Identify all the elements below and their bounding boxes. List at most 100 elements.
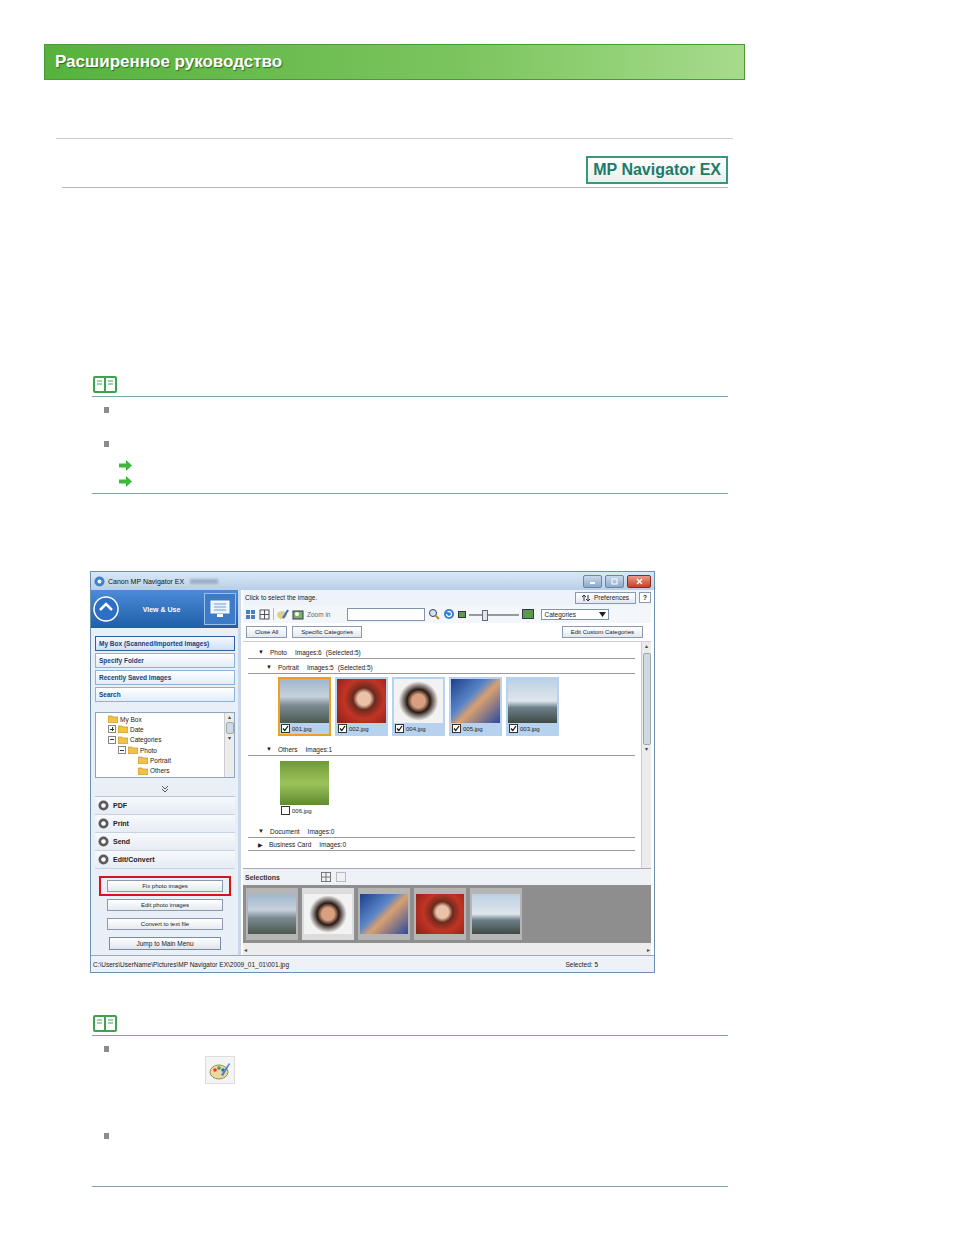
image-thumbnail[interactable]: 006.jpg bbox=[278, 759, 331, 818]
action-icon bbox=[98, 836, 109, 847]
photo bbox=[451, 679, 500, 723]
edit-custom-categories-button[interactable]: Edit Custom Categories bbox=[562, 626, 643, 638]
fix-photo-tool-icon[interactable] bbox=[277, 609, 289, 620]
selected-image[interactable] bbox=[358, 888, 410, 940]
specific-categories-button[interactable]: Specific Categories bbox=[292, 626, 362, 638]
bullet-mark bbox=[104, 407, 109, 413]
large-thumb-icon bbox=[522, 609, 534, 619]
image-thumbnail[interactable]: 002.jpg bbox=[335, 677, 388, 736]
checkbox[interactable] bbox=[395, 724, 404, 733]
collapse-chevron-icon[interactable] bbox=[95, 782, 235, 796]
frame-view-icon[interactable] bbox=[259, 609, 270, 620]
photo bbox=[280, 761, 329, 805]
note-book-icon bbox=[92, 374, 118, 394]
note-item bbox=[92, 1044, 728, 1131]
note-item bbox=[92, 475, 728, 491]
sub-button[interactable]: Fix photo images bbox=[107, 880, 223, 892]
action-row[interactable]: Print bbox=[95, 815, 235, 833]
checkbox[interactable] bbox=[452, 724, 461, 733]
folder-tree: My BoxDateCategoriesPhotoPortraitOthers▴… bbox=[95, 712, 235, 778]
action-icon bbox=[98, 854, 109, 865]
tree-item[interactable]: Date bbox=[96, 724, 224, 734]
note-box bbox=[92, 1013, 728, 1187]
photo bbox=[508, 679, 557, 723]
expand-toggle-icon[interactable] bbox=[108, 725, 116, 733]
manual-page: Расширенное руководство MP Navigator EX Ca… bbox=[0, 0, 954, 1235]
folder-icon bbox=[118, 736, 128, 744]
image-thumbnail[interactable]: 005.jpg bbox=[449, 677, 502, 736]
tree-item[interactable]: Portrait bbox=[96, 755, 224, 765]
grid-view-icon[interactable] bbox=[245, 609, 256, 620]
sub-button[interactable]: Edit photo images bbox=[107, 899, 223, 911]
link-arrow-icon[interactable] bbox=[119, 476, 132, 487]
photo bbox=[280, 679, 329, 723]
bullet-mark bbox=[104, 1133, 109, 1139]
maximize-button[interactable] bbox=[605, 575, 624, 588]
app-icon bbox=[94, 576, 105, 587]
action-icon bbox=[98, 818, 109, 829]
category-header[interactable]: ▼PhotoImages:6(Selected:5) bbox=[248, 646, 635, 659]
image-pane: Click to select the image. Preferences?Z… bbox=[241, 590, 654, 955]
checkbox[interactable] bbox=[338, 724, 347, 733]
folder-icon bbox=[118, 725, 128, 733]
selected-image[interactable] bbox=[414, 888, 466, 940]
preferences-button[interactable]: Preferences bbox=[575, 592, 636, 604]
expand-toggle-icon[interactable] bbox=[108, 736, 116, 744]
view-dropdown[interactable]: Categories bbox=[541, 609, 609, 620]
search-icon[interactable] bbox=[428, 608, 440, 620]
category-header[interactable]: ▼PortraitImages:5(Selected:5) bbox=[248, 661, 635, 674]
nav-button[interactable]: Search bbox=[95, 687, 235, 702]
folder-icon bbox=[128, 746, 138, 754]
selection-grid-icon[interactable] bbox=[321, 872, 331, 882]
refresh-icon[interactable] bbox=[443, 608, 455, 620]
nav-button[interactable]: My Box (Scanned/Imported Images) bbox=[95, 636, 235, 651]
horizontal-scrollbar[interactable]: ◂▸ bbox=[243, 943, 651, 955]
action-row[interactable]: PDF bbox=[95, 797, 235, 815]
help-button[interactable]: ? bbox=[639, 592, 651, 603]
image-thumbnail[interactable]: 004.jpg bbox=[392, 677, 445, 736]
monitor-icon bbox=[204, 593, 236, 625]
product-badge: MP Navigator EX bbox=[586, 156, 728, 184]
tree-item[interactable]: My Box bbox=[96, 714, 224, 724]
jump-main-menu-button[interactable]: Jump to Main Menu bbox=[109, 937, 221, 950]
expand-toggle-icon[interactable] bbox=[118, 746, 126, 754]
action-row[interactable]: Send bbox=[95, 833, 235, 851]
navigator-ball-icon[interactable] bbox=[93, 596, 119, 622]
folder-icon bbox=[108, 715, 118, 723]
zoom-slider[interactable] bbox=[469, 609, 519, 620]
image-thumbnail[interactable]: 003.jpg bbox=[506, 677, 559, 736]
action-row[interactable]: Edit/Convert bbox=[95, 851, 235, 869]
checkbox[interactable] bbox=[509, 724, 518, 733]
link-arrow-icon[interactable] bbox=[119, 460, 132, 471]
nav-button[interactable]: Specify Folder bbox=[95, 653, 235, 668]
list-scrollbar[interactable]: ▴▾ bbox=[641, 642, 651, 868]
zoom-image-icon[interactable] bbox=[292, 609, 304, 620]
section-header: Расширенное руководство bbox=[44, 44, 745, 80]
checkbox[interactable] bbox=[281, 806, 290, 815]
tree-item[interactable]: Others bbox=[96, 765, 224, 775]
sub-button[interactable]: Convert to text file bbox=[107, 918, 223, 930]
selected-image[interactable] bbox=[302, 888, 354, 940]
app-window: Canon MP Navigator EXView & UseMy Box (S… bbox=[90, 571, 655, 973]
tree-item[interactable]: Photo bbox=[96, 745, 224, 755]
category-header[interactable]: ▼OthersImages:1 bbox=[248, 743, 635, 756]
image-thumbnail[interactable]: 001.jpg bbox=[278, 677, 331, 736]
selected-image[interactable] bbox=[470, 888, 522, 940]
bullet-mark bbox=[104, 1046, 109, 1052]
selection-single-icon bbox=[336, 872, 346, 882]
search-field[interactable] bbox=[347, 608, 425, 621]
category-header[interactable]: ▼DocumentImages:0 bbox=[248, 825, 635, 838]
selected-image[interactable] bbox=[246, 888, 298, 940]
tree-item[interactable]: Categories bbox=[96, 735, 224, 745]
category-header[interactable]: ▶Business CardImages:0 bbox=[248, 838, 635, 851]
close-button[interactable] bbox=[627, 575, 651, 588]
selections-strip bbox=[243, 885, 651, 943]
checkbox[interactable] bbox=[281, 724, 290, 733]
status-bar: C:\Users\UserName\Pictures\MP Navigator … bbox=[91, 955, 654, 972]
close-all-button[interactable]: Close All bbox=[246, 626, 287, 638]
note-item bbox=[92, 459, 728, 475]
tree-scrollbar[interactable]: ▴▾ bbox=[224, 713, 234, 777]
toolbar: Zoom inCategories bbox=[243, 605, 651, 623]
nav-button[interactable]: Recently Saved Images bbox=[95, 670, 235, 685]
minimize-button[interactable] bbox=[583, 575, 602, 588]
